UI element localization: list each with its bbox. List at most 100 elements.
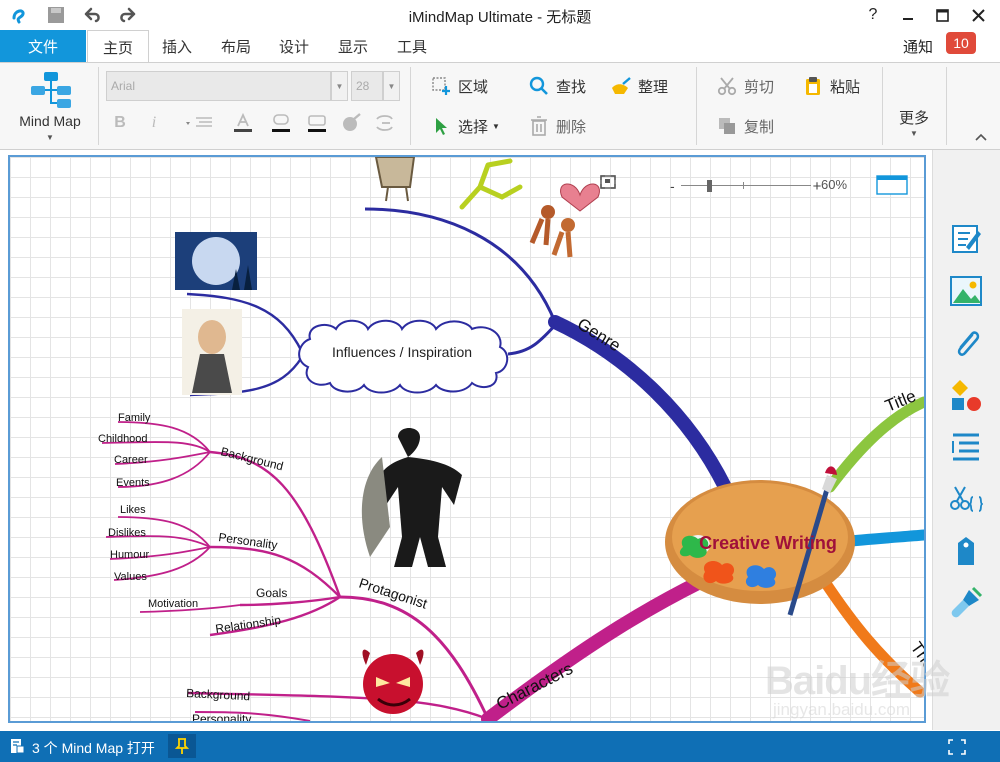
font-name-dropdown-icon[interactable]: ▼ [331, 71, 348, 101]
style-icon[interactable] [338, 109, 364, 137]
status-bar: 3 个 Mind Map 打开 [0, 731, 1000, 762]
notification-badge[interactable]: 10 [946, 32, 976, 54]
right-tool-panel [932, 150, 1000, 730]
format-brush-icon[interactable] [947, 584, 985, 622]
career-label[interactable]: Career [114, 454, 148, 466]
paste-button[interactable]: 粘贴 [802, 73, 860, 99]
tag-icon[interactable] [947, 532, 985, 570]
zoom-slider[interactable] [680, 179, 811, 193]
ribbon-divider [696, 67, 697, 145]
actual-size-icon[interactable] [600, 175, 654, 196]
background-branch [209, 450, 342, 598]
genre-branch [548, 315, 732, 494]
goals-label[interactable]: Goals [256, 586, 287, 600]
maximize-button[interactable] [927, 3, 957, 27]
delete-button[interactable]: 删除 [528, 113, 586, 139]
minimize-button[interactable] [893, 3, 923, 27]
image-icon[interactable] [947, 272, 985, 310]
font-size-dropdown-icon[interactable]: ▼ [383, 71, 400, 101]
central-topic-label[interactable]: Creative Writing [699, 533, 837, 553]
zoom-slider-thumb[interactable] [706, 180, 712, 192]
fullscreen-icon[interactable] [944, 736, 970, 758]
tidy-button[interactable]: 整理 [610, 73, 668, 99]
background-label[interactable]: Background [219, 444, 285, 473]
more-dropdown-icon[interactable]: ▼ [886, 129, 942, 138]
cut-label: 剪切 [744, 78, 775, 96]
italic-icon[interactable]: i [142, 109, 166, 137]
events-label[interactable]: Events [116, 477, 150, 489]
tab-home[interactable]: 主页 [87, 30, 149, 63]
highlight-icon[interactable] [266, 109, 296, 137]
select-label: 选择 [458, 118, 489, 136]
copy-button[interactable]: 复制 [716, 113, 774, 139]
select-button[interactable]: 选择 ▼ [430, 113, 500, 139]
font-size-input[interactable]: 28 [351, 71, 383, 101]
text-color-icon[interactable] [228, 109, 258, 137]
childhood-label[interactable]: Childhood [98, 433, 148, 445]
dancer-image [459, 158, 523, 210]
mind-map-dropdown-icon[interactable]: ▼ [8, 133, 92, 142]
tidy-label: 整理 [638, 78, 669, 96]
influences-label[interactable]: Influences / Inspiration [332, 344, 472, 360]
help-button[interactable]: ? [858, 3, 888, 27]
bold-icon[interactable]: B [108, 109, 132, 137]
cut-button[interactable]: 剪切 [716, 73, 774, 99]
mind-map-button[interactable]: Mind Map ▼ [8, 67, 92, 147]
collapse-ribbon-icon[interactable] [970, 127, 992, 147]
cursor-icon [430, 115, 452, 137]
villain-background-label[interactable]: Background [186, 686, 251, 703]
shapes-icon[interactable] [947, 376, 985, 414]
relationship-label[interactable]: Relationship [214, 613, 282, 636]
dislikes-label[interactable]: Dislikes [108, 527, 146, 539]
align-icon[interactable] [182, 109, 216, 137]
panel-toggle-icon[interactable] [876, 175, 908, 195]
ribbon-divider [98, 67, 99, 145]
outline-icon[interactable] [947, 428, 985, 466]
more-button[interactable]: 更多 [886, 107, 942, 128]
tab-tools[interactable]: 工具 [384, 30, 440, 62]
close-button[interactable] [963, 3, 993, 27]
ribbon-panel: Mind Map ▼ Arial ▼ 28 ▼ B i 区域 查找 整理 选择 … [0, 62, 1000, 150]
title-branch [824, 396, 924, 493]
notes-icon[interactable] [947, 220, 985, 258]
zoom-controls: - + [600, 175, 821, 197]
tab-file[interactable]: 文件 [0, 30, 86, 62]
select-dropdown-icon[interactable]: ▼ [492, 122, 500, 131]
mind-map-icon [31, 72, 71, 108]
broom-icon [610, 75, 632, 97]
villain-personality-label[interactable]: Personality [192, 712, 251, 721]
format-painter-icon[interactable] [372, 109, 398, 137]
font-name-input[interactable]: Arial [106, 71, 331, 101]
hero-silhouette-image [361, 428, 462, 567]
notification-label[interactable]: 通知 [903, 36, 933, 57]
copy-label: 复制 [744, 118, 775, 136]
likes-label[interactable]: Likes [120, 504, 146, 516]
app-window: iMindMap Ultimate - 无标题 ? 文件 主页 插入 布局 设计… [0, 0, 1000, 762]
motivation-label[interactable]: Motivation [148, 598, 198, 610]
attachment-icon[interactable] [947, 324, 985, 362]
area-button[interactable]: 区域 [430, 73, 488, 99]
family-label[interactable]: Family [118, 412, 151, 424]
scissors-code-icon[interactable] [947, 480, 985, 518]
genre-branch-tip [364, 207, 557, 323]
fill-color-icon[interactable] [302, 109, 332, 137]
tab-view[interactable]: 显示 [325, 30, 381, 62]
characters-label[interactable]: Characters [493, 659, 576, 714]
search-icon [528, 75, 550, 97]
find-button[interactable]: 查找 [528, 73, 586, 99]
pin-icon[interactable] [168, 734, 196, 758]
mind-map-label: Mind Map [19, 113, 81, 129]
tab-layout[interactable]: 布局 [208, 30, 264, 62]
ribbon-divider [410, 67, 411, 145]
humour-label[interactable]: Humour [110, 549, 149, 561]
mind-map-canvas[interactable]: Creative Writing Genre Characters Title … [8, 155, 926, 723]
tab-design[interactable]: 设计 [266, 30, 322, 62]
area-icon [430, 75, 452, 97]
zoom-out-icon[interactable]: - [670, 178, 675, 194]
heart-image [560, 183, 600, 212]
values-label[interactable]: Values [114, 571, 147, 583]
tab-insert[interactable]: 插入 [150, 30, 204, 62]
theme-label[interactable]: The [907, 638, 924, 673]
figures-image [529, 205, 575, 258]
delete-label: 删除 [556, 118, 587, 136]
